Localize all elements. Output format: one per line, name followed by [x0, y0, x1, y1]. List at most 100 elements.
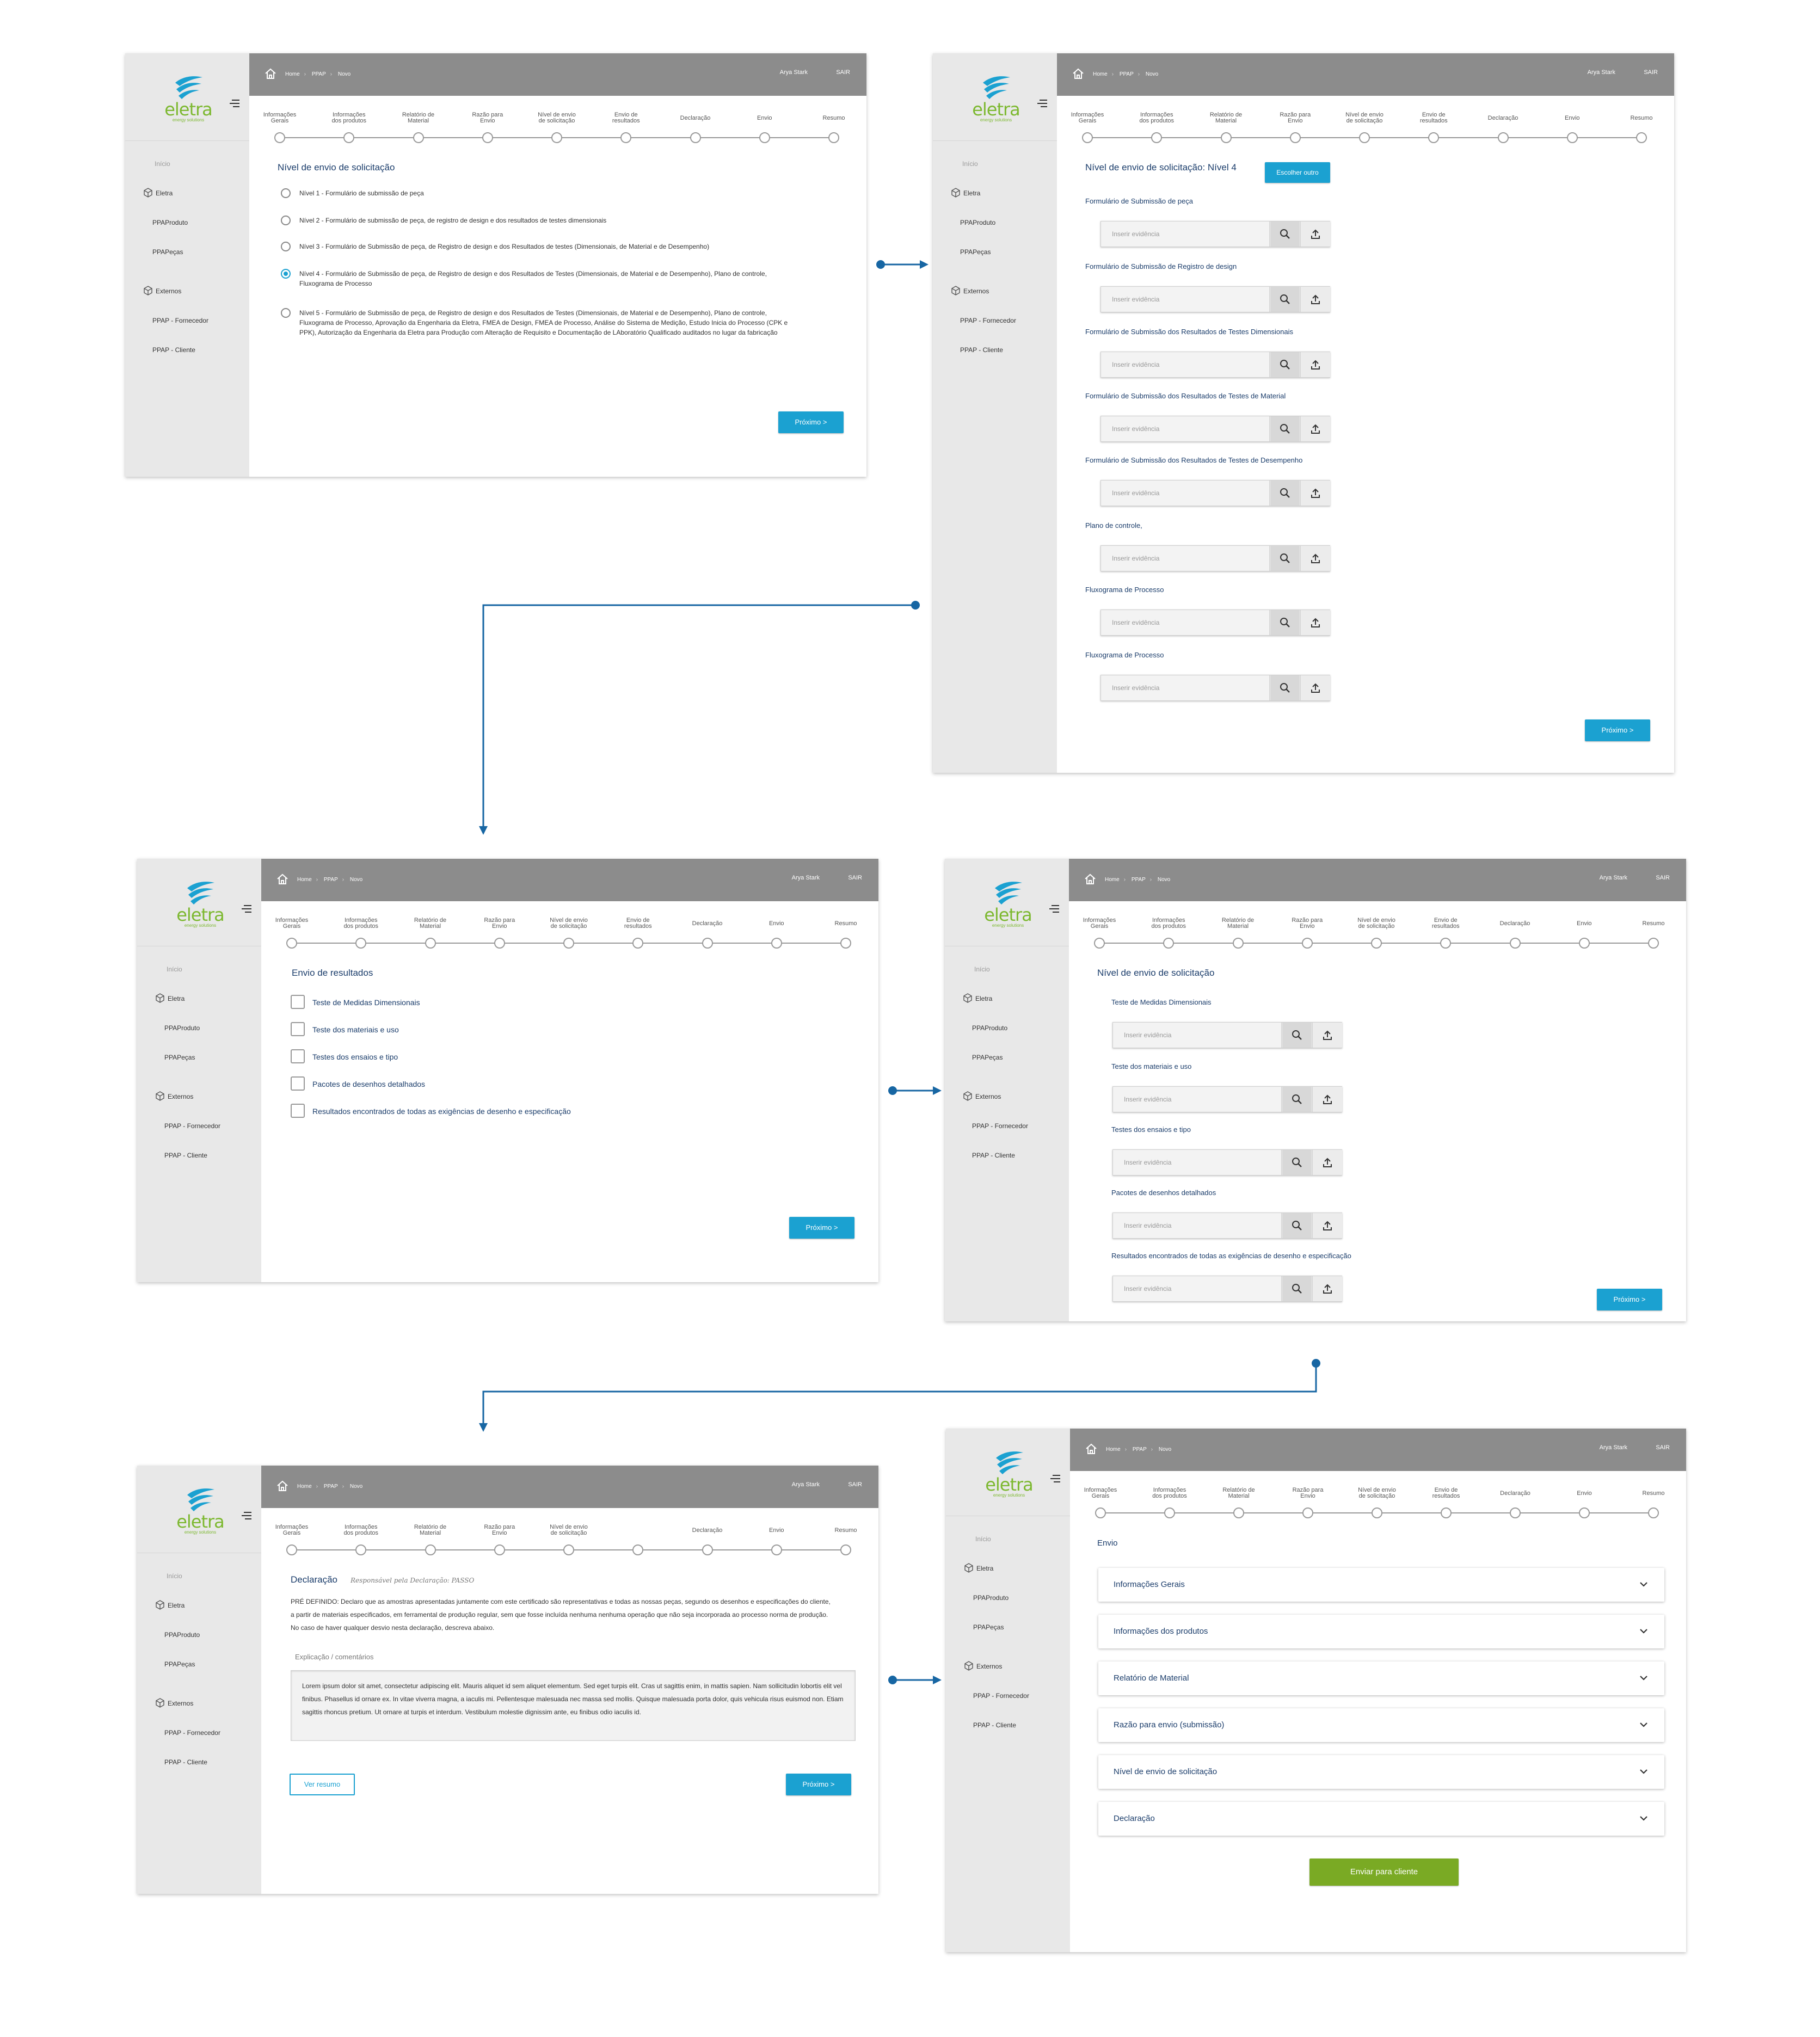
user-name[interactable]: Arya Stark: [792, 1481, 820, 1488]
upload-button[interactable]: [1312, 1150, 1342, 1175]
next-button[interactable]: Próximo >: [789, 1217, 854, 1239]
search-button[interactable]: [1270, 287, 1300, 312]
user-name[interactable]: Arya Stark: [780, 69, 808, 76]
checkbox-row[interactable]: Teste dos materiais e uso: [291, 1022, 399, 1036]
sidebar-item-eletra[interactable]: Eletra: [144, 188, 173, 198]
evidence-input[interactable]: Inserir evidência: [1101, 352, 1270, 377]
eletra-logo[interactable]: eletra energy solutions: [980, 881, 1036, 930]
sidebar-item-inicio[interactable]: Início: [975, 1535, 991, 1543]
evidence-input[interactable]: Inserir evidência: [1101, 610, 1270, 635]
radio-button[interactable]: [281, 188, 291, 198]
upload-button[interactable]: [1312, 1023, 1342, 1048]
checkbox[interactable]: [291, 1104, 305, 1118]
logout-link[interactable]: SAIR: [1656, 875, 1670, 881]
checkbox-row[interactable]: Resultados encontrados de todas as exigê…: [291, 1104, 571, 1118]
logout-link[interactable]: SAIR: [836, 69, 850, 76]
checkbox[interactable]: [291, 995, 305, 1009]
upload-button[interactable]: [1300, 416, 1330, 441]
radio-option-level-2[interactable]: Nível 2 - Formulário de submissão de peç…: [281, 216, 800, 225]
breadcrumb-novo[interactable]: Novo: [350, 877, 362, 883]
eletra-logo[interactable]: eletra energy solutions: [172, 1487, 229, 1536]
sidebar-item-externos[interactable]: Externos: [144, 286, 181, 296]
sidebar-item-ppap-fornecedor[interactable]: PPAP - Fornecedor: [164, 1729, 220, 1737]
checkbox[interactable]: [291, 1076, 305, 1091]
sidebar-item-externos[interactable]: Externos: [156, 1698, 193, 1708]
eletra-logo[interactable]: eletra energy solutions: [160, 75, 217, 124]
sidebar-item-ppaproduto[interactable]: PPAProduto: [152, 219, 188, 226]
sidebar-item-ppaproduto[interactable]: PPAProduto: [972, 1024, 1007, 1032]
radio-button[interactable]: [281, 308, 291, 318]
breadcrumb-ppap[interactable]: PPAP: [1120, 71, 1134, 77]
user-name[interactable]: Arya Stark: [1588, 69, 1615, 76]
radio-option-level-1[interactable]: Nível 1 - Formulário de submissão de peç…: [281, 188, 800, 198]
menu-icon[interactable]: [1050, 1474, 1060, 1483]
sidebar-item-ppap-cliente[interactable]: PPAP - Cliente: [972, 1152, 1015, 1159]
view-summary-button[interactable]: Ver resumo: [290, 1774, 355, 1795]
upload-button[interactable]: [1312, 1087, 1342, 1112]
evidence-input[interactable]: Inserir evidência: [1101, 287, 1270, 312]
evidence-input[interactable]: Inserir evidência: [1113, 1023, 1282, 1048]
search-button[interactable]: [1282, 1276, 1312, 1301]
search-button[interactable]: [1270, 352, 1300, 377]
send-to-client-button[interactable]: Enviar para cliente: [1309, 1858, 1459, 1886]
evidence-input[interactable]: Inserir evidência: [1101, 546, 1270, 571]
eletra-logo[interactable]: eletra energy solutions: [981, 1450, 1037, 1499]
sidebar-item-ppap-fornecedor[interactable]: PPAP - Fornecedor: [164, 1122, 220, 1130]
breadcrumb-home[interactable]: Home: [297, 1484, 312, 1490]
menu-icon[interactable]: [1049, 904, 1059, 913]
breadcrumb-ppap[interactable]: PPAP: [324, 877, 338, 883]
search-button[interactable]: [1270, 221, 1300, 247]
radio-option-level-3[interactable]: Nível 3 - Formulário de Submissão de peç…: [281, 242, 800, 251]
breadcrumb-novo[interactable]: Novo: [350, 1484, 362, 1490]
sidebar-item-ppapecas[interactable]: PPAPeças: [973, 1623, 1004, 1631]
menu-icon[interactable]: [242, 1511, 251, 1520]
radio-option-level-5[interactable]: Nível 5 - Formulário de Submissão de peç…: [281, 308, 800, 337]
sidebar-item-ppap-cliente[interactable]: PPAP - Cliente: [960, 346, 1003, 354]
search-button[interactable]: [1270, 416, 1300, 441]
sidebar-item-inicio[interactable]: Início: [167, 965, 182, 973]
next-button[interactable]: Próximo >: [1585, 719, 1650, 741]
upload-button[interactable]: [1312, 1276, 1342, 1301]
sidebar-item-ppap-fornecedor[interactable]: PPAP - Fornecedor: [152, 317, 208, 324]
search-button[interactable]: [1270, 546, 1300, 571]
home-icon[interactable]: [1084, 873, 1096, 885]
accordion-section[interactable]: Relatório de Material: [1098, 1661, 1664, 1695]
logout-link[interactable]: SAIR: [1644, 69, 1658, 76]
evidence-input[interactable]: Inserir evidência: [1113, 1213, 1282, 1238]
sidebar-item-inicio[interactable]: Início: [962, 160, 978, 168]
sidebar-item-externos[interactable]: Externos: [964, 1661, 1002, 1671]
upload-button[interactable]: [1300, 221, 1330, 247]
choose-other-button[interactable]: Escolher outro: [1265, 162, 1330, 183]
evidence-input[interactable]: Inserir evidência: [1113, 1150, 1282, 1175]
home-icon[interactable]: [1085, 1443, 1097, 1455]
next-button[interactable]: Próximo >: [778, 411, 844, 433]
radio-button[interactable]: [281, 269, 291, 279]
sidebar-item-inicio[interactable]: Início: [155, 160, 170, 168]
accordion-section[interactable]: Nível de envio de solicitação: [1098, 1755, 1664, 1789]
user-name[interactable]: Arya Stark: [1600, 875, 1627, 881]
evidence-input[interactable]: Inserir evidência: [1101, 675, 1270, 700]
evidence-input[interactable]: Inserir evidência: [1101, 481, 1270, 506]
sidebar-item-eletra[interactable]: Eletra: [964, 1563, 993, 1573]
user-name[interactable]: Arya Stark: [1600, 1444, 1627, 1451]
search-button[interactable]: [1282, 1087, 1312, 1112]
search-button[interactable]: [1282, 1213, 1312, 1238]
next-button[interactable]: Próximo >: [1597, 1289, 1662, 1310]
upload-button[interactable]: [1300, 352, 1330, 377]
breadcrumb-novo[interactable]: Novo: [1158, 877, 1170, 883]
sidebar-item-inicio[interactable]: Início: [167, 1572, 182, 1580]
accordion-section[interactable]: Razão para envio (submissão): [1098, 1708, 1664, 1742]
checkbox-row[interactable]: Pacotes de desenhos detalhados: [291, 1076, 425, 1091]
sidebar-item-ppapecas[interactable]: PPAPeças: [164, 1660, 195, 1668]
sidebar-item-eletra[interactable]: Eletra: [963, 993, 992, 1003]
sidebar-item-ppapecas[interactable]: PPAPeças: [960, 248, 991, 256]
home-icon[interactable]: [276, 1480, 288, 1492]
sidebar-item-ppap-cliente[interactable]: PPAP - Cliente: [164, 1152, 207, 1159]
breadcrumb-home[interactable]: Home: [285, 71, 300, 77]
breadcrumb-home[interactable]: Home: [1093, 71, 1108, 77]
sidebar-item-ppaproduto[interactable]: PPAProduto: [164, 1631, 200, 1639]
logout-link[interactable]: SAIR: [848, 875, 862, 881]
upload-button[interactable]: [1300, 287, 1330, 312]
accordion-section[interactable]: Informações dos produtos: [1098, 1615, 1664, 1648]
sidebar-item-ppaproduto[interactable]: PPAProduto: [973, 1594, 1009, 1602]
